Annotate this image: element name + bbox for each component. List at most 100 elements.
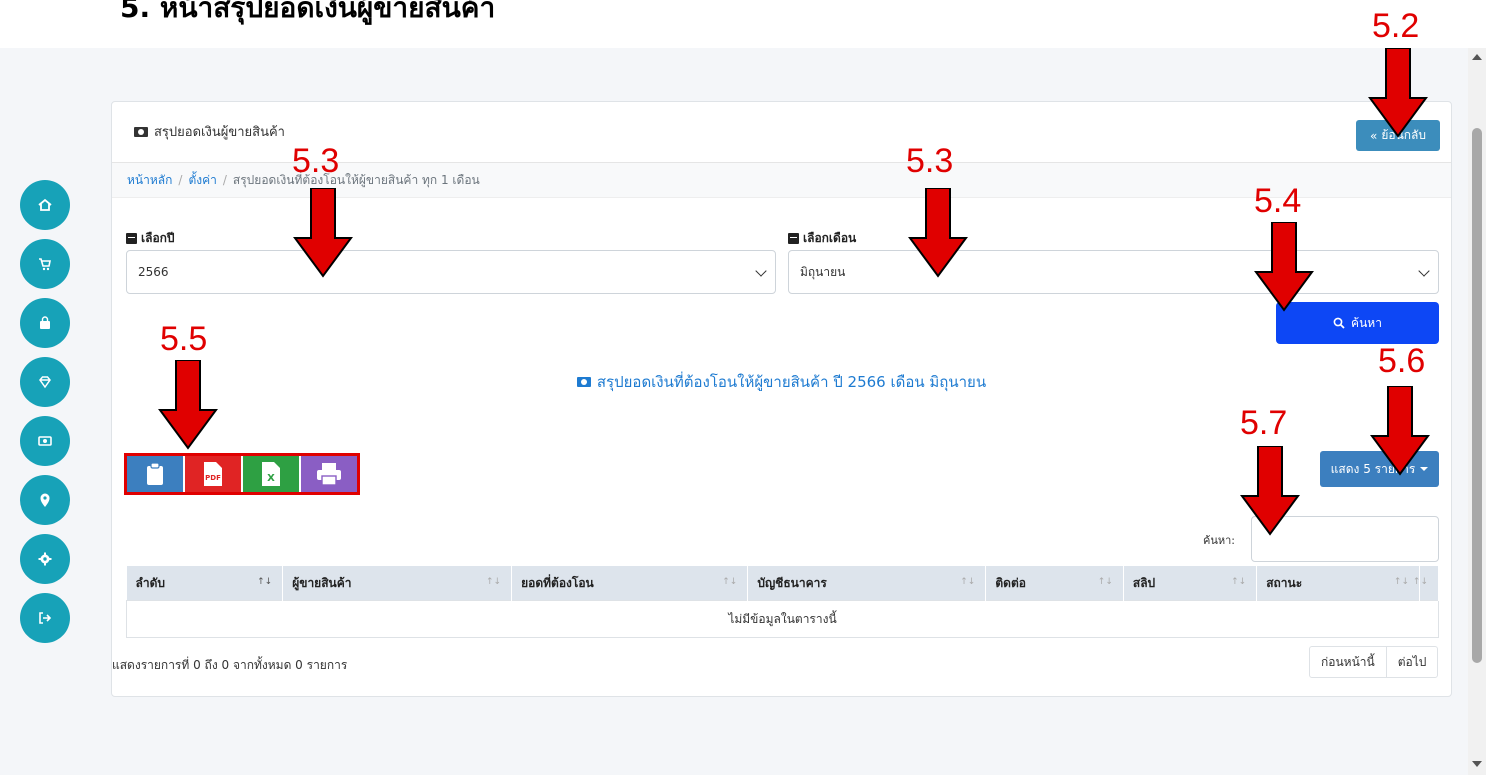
export-button-group: PDF X: [124, 453, 360, 495]
breadcrumb-settings-link[interactable]: ตั้งค่า: [188, 171, 216, 190]
sort-icon: ↑↓: [1097, 577, 1113, 587]
summary-heading: สรุปยอดเงินที่ต้องโอนให้ผู้ขายสินค้า ปี …: [112, 370, 1451, 394]
pagination-next-button[interactable]: ต่อไป: [1387, 647, 1438, 677]
sort-icon: ↑↓: [485, 577, 502, 587]
column-header[interactable]: บัญชีธนาคาร ↑↓: [747, 566, 987, 601]
card-title-text: สรุปยอดเงินผู้ขายสินค้า: [154, 125, 285, 140]
money-bill-icon: [576, 377, 591, 387]
column-header[interactable]: ลำดับ ↑↓: [126, 566, 284, 601]
money-bill-icon: [134, 126, 148, 137]
annotation-label: 5.2: [1372, 7, 1420, 45]
month-select-value: มิถุนายน: [800, 264, 846, 279]
table-info-text: แสดงรายการที่ 0 ถึง 0 จากทั้งหมด 0 รายกา…: [112, 658, 348, 672]
column-header[interactable]: สลิป ↑↓: [1123, 566, 1258, 601]
nav-gem-button[interactable]: [20, 357, 70, 407]
annotation-arrow-down-icon: [158, 360, 218, 450]
gem-icon: [39, 376, 51, 389]
breadcrumb-separator: /: [222, 173, 227, 187]
table-header-row: ลำดับ ↑↓ ผู้ขายสินค้า ↑↓ ยอดที่ต้องโอน ↑↓ บ…: [126, 566, 1439, 601]
breadcrumb-home-link[interactable]: หน้าหลัก: [127, 171, 172, 190]
nav-settings-button[interactable]: [20, 534, 70, 584]
annotation-arrow-down-icon: [293, 188, 353, 278]
column-header[interactable]: ยอดที่ต้องโอน ↑↓: [511, 566, 749, 601]
nav-cart-button[interactable]: [20, 239, 70, 289]
clipboard-icon: [147, 462, 163, 485]
calendar-icon: [788, 233, 799, 244]
nav-home-button[interactable]: [20, 180, 70, 230]
pdf-icon-text: PDF: [205, 474, 221, 482]
nav-location-button[interactable]: [20, 475, 70, 525]
month-label: เลือกเดือน: [788, 229, 856, 248]
annotation-arrow-down-icon: [1240, 446, 1300, 536]
year-label-text: เลือกปี: [141, 231, 175, 245]
pdf-icon: PDF: [204, 462, 222, 486]
search-button-label: ค้นหา: [1351, 315, 1382, 330]
logout-icon: [39, 612, 52, 624]
column-header-label: ยอดที่ต้องโอน: [521, 575, 594, 590]
column-header-label: สถานะ: [1266, 575, 1303, 590]
table-search-label: ค้นหา:: [1203, 534, 1236, 547]
column-header-label: สลิป: [1132, 575, 1156, 590]
excel-button[interactable]: X: [243, 456, 301, 492]
breadcrumb-current: สรุปยอดเงินที่ต้องโอนให้ผู้ขายสินค้า ทุก…: [232, 172, 480, 187]
annotation-label: 5.3: [906, 142, 954, 180]
copy-button[interactable]: [127, 456, 185, 492]
annotation-label: 5.3: [292, 142, 340, 180]
scroll-down-arrow-icon[interactable]: [1472, 761, 1482, 767]
calendar-icon: [126, 233, 137, 244]
print-button[interactable]: [301, 456, 357, 492]
column-header-label: ผู้ขายสินค้า: [292, 575, 352, 590]
card-title: สรุปยอดเงินผู้ขายสินค้า: [134, 121, 285, 142]
annotation-label: 5.5: [160, 320, 208, 358]
scroll-up-arrow-icon[interactable]: [1472, 54, 1482, 60]
chevron-down-icon: [755, 265, 767, 277]
excel-icon-text: X: [267, 473, 275, 484]
nav-shopping-bag-button[interactable]: [20, 298, 70, 348]
column-header-label: บัญชีธนาคาร: [757, 575, 827, 590]
column-header[interactable]: ผู้ขายสินค้า ↑↓: [282, 566, 513, 601]
pagination: ก่อนหน้านี้ ต่อไป: [1309, 646, 1439, 678]
annotation-arrow-down-icon: [1370, 386, 1430, 476]
annotation-label: 5.6: [1378, 342, 1426, 380]
search-icon: [1333, 317, 1345, 329]
table-row: ไม่มีข้อมูลในตารางนี้: [126, 600, 1439, 638]
column-header[interactable]: ↑↓: [1413, 566, 1439, 601]
page-scrollbar[interactable]: [1468, 48, 1486, 775]
chevron-down-icon: [1418, 265, 1430, 277]
column-header[interactable]: ติดต่อ ↑↓: [985, 566, 1124, 601]
sort-icon: ↑↓: [1393, 577, 1409, 587]
year-select[interactable]: 2566: [126, 250, 776, 294]
annotation-label: 5.4: [1254, 182, 1302, 220]
location-pin-icon: [40, 493, 50, 507]
month-select[interactable]: มิถุนายน: [788, 250, 1439, 294]
sort-asc-icon: ↑↓: [257, 577, 273, 587]
year-select-value: 2566: [138, 265, 169, 279]
column-header-label: ติดต่อ: [995, 575, 1026, 590]
column-header[interactable]: สถานะ ↑↓: [1256, 566, 1420, 601]
pagination-prev-button[interactable]: ก่อนหน้านี้: [1310, 647, 1387, 677]
sort-icon: ↑↓: [960, 577, 976, 587]
home-icon: [38, 198, 52, 211]
nav-money-button[interactable]: [20, 416, 70, 466]
pdf-button[interactable]: PDF: [185, 456, 243, 492]
annotation-arrow-down-icon: [1368, 48, 1428, 138]
seller-summary-table: ลำดับ ↑↓ ผู้ขายสินค้า ↑↓ ยอดที่ต้องโอน ↑↓ บ…: [126, 566, 1439, 638]
nav-logout-button[interactable]: [20, 593, 70, 643]
year-label: เลือกปี: [126, 229, 175, 248]
annotation-arrow-down-icon: [908, 188, 968, 278]
document-title: 5. หน้าสรุปยอดเงินผู้ขายสินค้า: [120, 0, 496, 24]
breadcrumb-separator: /: [178, 173, 183, 187]
excel-icon: X: [262, 462, 280, 486]
summary-heading-text: สรุปยอดเงินที่ต้องโอนให้ผู้ขายสินค้า ปี …: [596, 373, 987, 391]
printer-icon: [317, 463, 341, 486]
side-navigation: [20, 180, 70, 652]
cart-icon: [39, 258, 51, 271]
sort-icon: ↑↓: [722, 577, 738, 587]
empty-table-message: ไม่มีข้อมูลในตารางนี้: [126, 600, 1439, 638]
sort-icon: ↑↓: [1412, 577, 1428, 587]
annotation-label: 5.7: [1240, 404, 1288, 442]
annotation-arrow-down-icon: [1254, 222, 1314, 312]
sort-icon: ↑↓: [1231, 577, 1247, 587]
scroll-thumb[interactable]: [1472, 128, 1482, 663]
money-icon: [38, 436, 52, 446]
